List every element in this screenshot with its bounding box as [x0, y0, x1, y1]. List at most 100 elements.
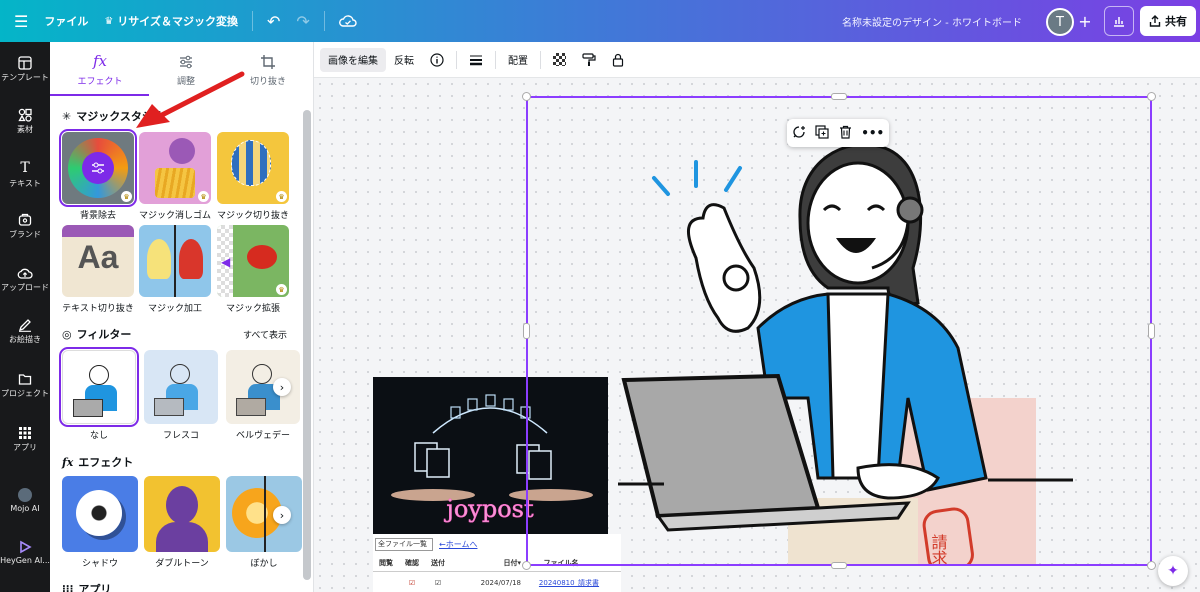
- tool-magic-edit[interactable]: [139, 225, 211, 297]
- resize-magic-label: リサイズ＆マジック変換: [117, 15, 238, 28]
- home-link[interactable]: ←ホームへ: [439, 539, 477, 550]
- rail-item-mojo-ai[interactable]: Mojo AI: [0, 488, 50, 513]
- avatar[interactable]: T: [1046, 8, 1074, 36]
- transparency-button[interactable]: [545, 48, 574, 72]
- tool-background-remover[interactable]: ♛: [59, 129, 137, 207]
- share-button[interactable]: 共有: [1140, 6, 1196, 36]
- tool-magic-grab[interactable]: ♛: [217, 132, 289, 204]
- rail-item-templates[interactable]: テンプレート: [0, 56, 50, 83]
- delete-button[interactable]: [839, 125, 852, 142]
- cloud-icon: [338, 15, 357, 27]
- line-weight-button[interactable]: [461, 48, 491, 72]
- effect-label: ダブルトーン: [155, 559, 209, 569]
- filter-thumb-person: [89, 365, 109, 385]
- filter-thumb-laptop: [154, 398, 184, 416]
- rail-label: 素材: [17, 125, 33, 134]
- info-button[interactable]: [422, 48, 452, 72]
- tool-label: マジック拡張: [225, 304, 280, 314]
- tool-magic-eraser[interactable]: ♛: [139, 132, 211, 204]
- resize-magic-button[interactable]: ♛ リサイズ＆マジック変換: [96, 0, 246, 42]
- resize-handle-top-right[interactable]: [1147, 92, 1156, 101]
- effect-duotone[interactable]: [144, 476, 220, 552]
- filters-scroll-right-button[interactable]: ›: [273, 378, 291, 396]
- file-filter-dropdown[interactable]: 全ファイル一覧: [375, 538, 433, 551]
- rail-item-apps[interactable]: アプリ: [0, 426, 50, 453]
- toolbar-divider: [251, 11, 253, 31]
- duplicate-icon: [815, 124, 829, 139]
- document-title[interactable]: 名称未設定のデザイン - ホワイトボード: [842, 0, 1022, 42]
- rail-item-draw[interactable]: お絵描き: [0, 318, 50, 345]
- tab-effects[interactable]: fx エフェクト: [60, 52, 140, 87]
- rail-item-brand[interactable]: ブランド: [0, 213, 50, 240]
- file-menu-button[interactable]: ファイル: [36, 0, 96, 42]
- resize-handle-right[interactable]: [1148, 323, 1155, 339]
- resize-handle-bottom[interactable]: [831, 562, 847, 569]
- info-icon: [430, 52, 444, 67]
- flip-button[interactable]: 反転: [386, 48, 422, 72]
- filter-none[interactable]: [59, 347, 139, 427]
- chevron-right-icon: ›: [279, 380, 285, 394]
- checkbox-checked-icon[interactable]: ☑: [425, 579, 451, 587]
- comment-add-button[interactable]: [792, 125, 806, 142]
- apps-icon: ⁝⁝⁝: [62, 583, 74, 592]
- share-label: 共有: [1165, 15, 1187, 28]
- rail-item-text[interactable]: T テキスト: [0, 160, 50, 189]
- table-cell-file-link[interactable]: 20240810_請求書: [521, 578, 617, 588]
- lock-button[interactable]: [604, 48, 632, 72]
- cloud-save-button[interactable]: [331, 0, 365, 42]
- tool-text-cutout[interactable]: Aa: [62, 225, 134, 297]
- magic-assistant-button[interactable]: ✦: [1158, 556, 1188, 586]
- rail-item-projects[interactable]: プロジェクト: [0, 372, 50, 399]
- insights-button[interactable]: [1104, 6, 1134, 36]
- rail-label: Mojo AI: [10, 504, 40, 513]
- add-collaborator-button[interactable]: +: [1074, 10, 1096, 32]
- rail-label: テンプレート: [1, 73, 49, 82]
- undo-button[interactable]: ↶: [259, 0, 288, 42]
- resize-handle-left[interactable]: [523, 323, 530, 339]
- sliders-icon: [92, 162, 104, 174]
- effect-shadow[interactable]: [62, 476, 138, 552]
- checkbox-checked-icon[interactable]: ☑: [399, 579, 425, 587]
- effect-label: シャドウ: [81, 559, 118, 569]
- redo-button[interactable]: ↷: [288, 0, 317, 42]
- tool-magic-expand[interactable]: ◀ ♛: [217, 225, 289, 297]
- filters-see-all-link[interactable]: すべて表示: [243, 328, 287, 341]
- resize-handle-bottom-right[interactable]: [1147, 561, 1156, 570]
- effects-scroll-right-button[interactable]: ›: [273, 506, 291, 524]
- filter-label: フレスコ: [162, 431, 199, 441]
- portrait-thumb-body: [156, 522, 208, 552]
- filter-label: なし: [89, 431, 108, 441]
- toolbar-divider: [540, 50, 541, 69]
- tool-label: マジック消しゴム: [138, 211, 211, 221]
- checker-icon: [553, 53, 566, 66]
- position-button[interactable]: 配置: [500, 48, 536, 72]
- copy-style-button[interactable]: [574, 48, 604, 72]
- resize-handle-bottom-left[interactable]: [522, 561, 531, 570]
- rail-item-heygen[interactable]: HeyGen AI...: [0, 540, 50, 565]
- table-header: 送付: [431, 559, 445, 567]
- rail-item-elements[interactable]: 素材: [0, 108, 50, 135]
- elements-icon: [18, 108, 32, 122]
- duplicate-button[interactable]: [815, 124, 829, 142]
- sparkle-icon: ✦: [1167, 563, 1179, 579]
- menu-button[interactable]: ☰: [0, 0, 36, 42]
- upload-icon: [17, 268, 33, 279]
- tool-label: マジック切り抜き: [216, 211, 289, 221]
- table-row: ☑ ☑ 2024/07/18 20240810_請求書: [373, 576, 621, 590]
- rail-label: アップロード: [1, 283, 49, 292]
- filter-fresco[interactable]: [144, 350, 218, 424]
- toolbar-divider: [495, 50, 496, 69]
- resize-handle-top[interactable]: [831, 93, 847, 100]
- more-options-button[interactable]: •••: [861, 126, 884, 140]
- eraser-thumb-fries: [155, 168, 195, 198]
- rail-item-uploads[interactable]: アップロード: [0, 266, 50, 293]
- selection-frame[interactable]: [526, 96, 1152, 566]
- eraser-thumb-shape: [169, 138, 195, 164]
- thumb-divider: [264, 476, 266, 552]
- trash-icon: [839, 125, 851, 139]
- resize-handle-top-left[interactable]: [522, 92, 531, 101]
- panel-scrollbar[interactable]: [303, 110, 311, 580]
- edit-image-button[interactable]: 画像を編集: [320, 47, 386, 72]
- table-header[interactable]: 日付▾: [451, 558, 521, 571]
- tab-label: 切り抜き: [249, 77, 286, 87]
